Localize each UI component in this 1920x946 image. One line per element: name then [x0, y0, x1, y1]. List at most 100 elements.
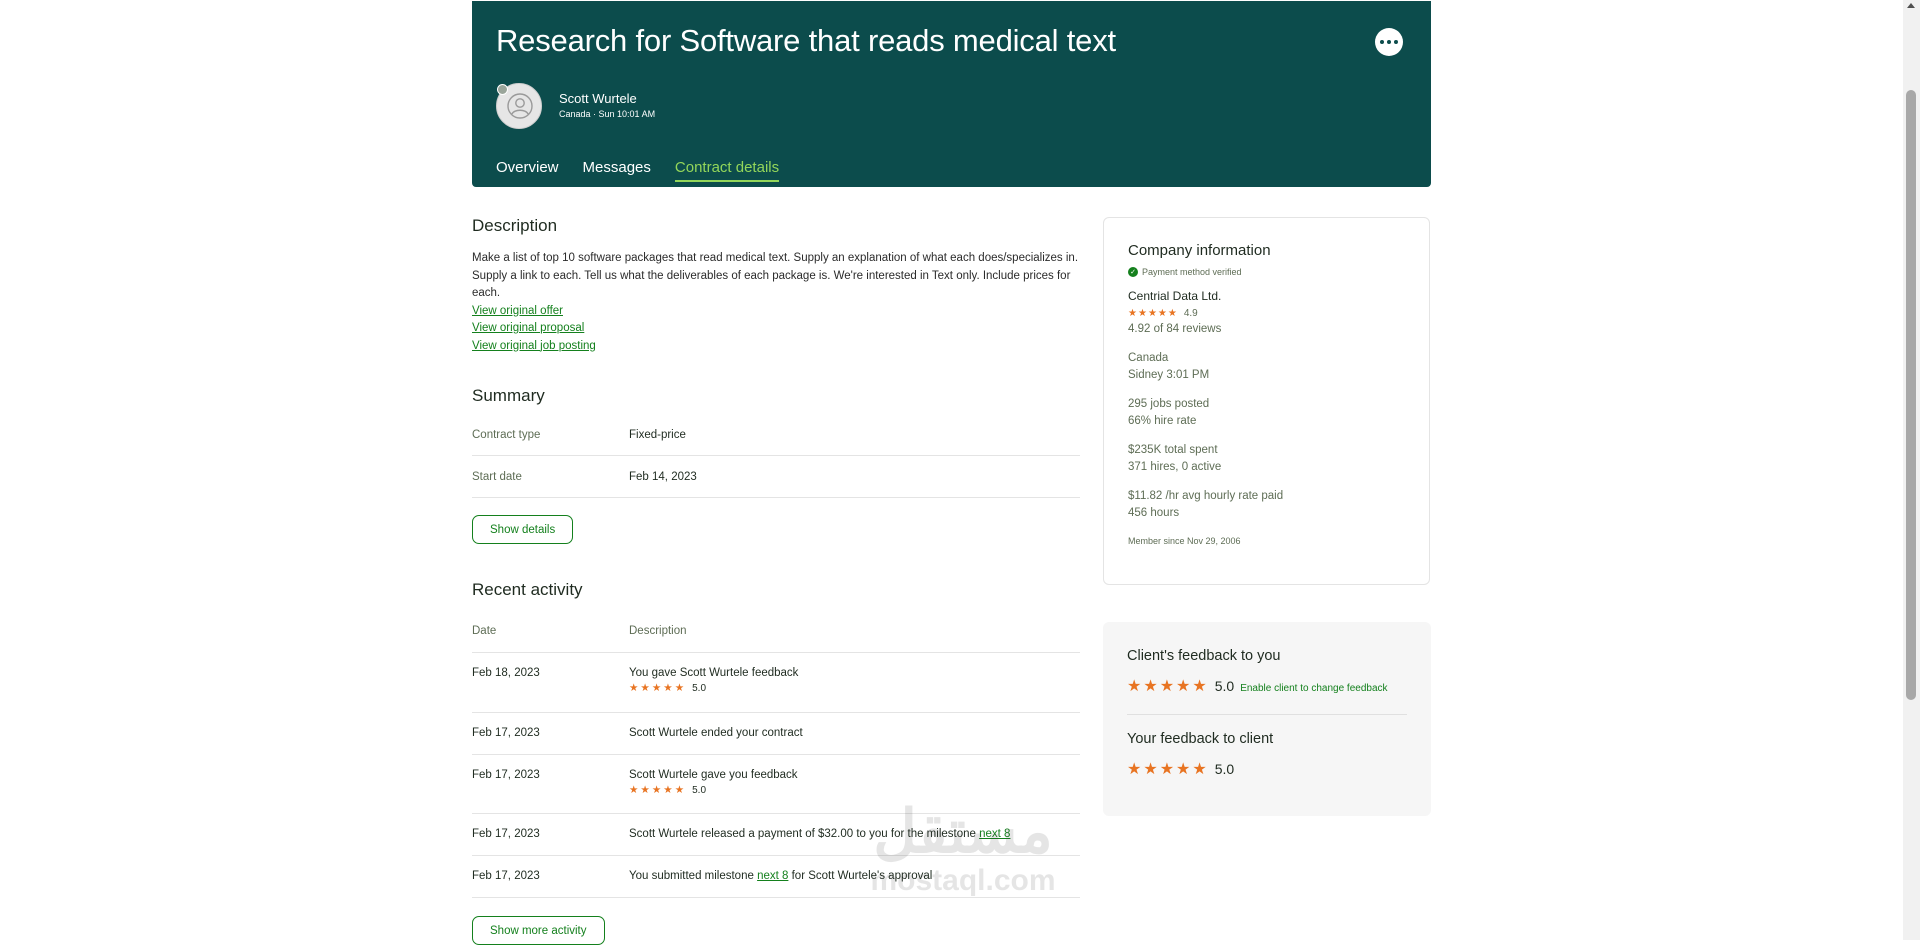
star-icon: ★ — [1143, 761, 1158, 778]
company-country: Canada — [1128, 352, 1169, 364]
hires-count: 371 hires, 0 active — [1128, 461, 1222, 473]
show-more-activity-button[interactable]: Show more activity — [472, 916, 605, 945]
activity-description: Scott Wurtele released a payment of $32.… — [629, 828, 1010, 855]
star-rating: ★ ★ ★ ★ ★ 5.0 — [629, 682, 706, 694]
star-icon: ★ — [674, 784, 685, 796]
star-icon: ★ — [1147, 308, 1157, 319]
activity-text: You gave Scott Wurtele feedback — [629, 667, 799, 679]
milestone-link[interactable]: next 8 — [979, 828, 1010, 840]
total-hours: 456 hours — [1128, 507, 1180, 519]
company-star-rating: ★ ★ ★ ★ ★ 4.9 — [1128, 308, 1198, 319]
page-scrollbar[interactable] — [1903, 0, 1920, 940]
company-local-time: Sidney 3:01 PM — [1128, 369, 1210, 381]
table-row: Feb 17, 2023 Scott Wurtele released a pa… — [472, 814, 1080, 856]
activity-text: Scott Wurtele gave you feedback — [629, 769, 798, 781]
payment-verified-badge: ✓ Payment method verified — [1128, 267, 1408, 277]
rating-score: 5.0 — [1214, 761, 1235, 777]
rating-score: 5.0 — [1214, 678, 1235, 694]
payment-verified-text: Payment method verified — [1142, 267, 1242, 277]
view-original-proposal-link[interactable]: View original proposal — [472, 320, 1080, 338]
company-jobs: 295 jobs posted 66% hire rate — [1128, 396, 1408, 430]
activity-date: Feb 17, 2023 — [472, 870, 540, 882]
client-name: Scott Wurtele — [559, 91, 637, 106]
view-original-job-posting-link[interactable]: View original job posting — [472, 338, 1080, 356]
member-since: Member since Nov 29, 2006 — [1128, 536, 1241, 546]
your-feedback-heading: Your feedback to client — [1127, 731, 1274, 747]
milestone-link[interactable]: next 8 — [757, 870, 788, 882]
description-section: Description Make a list of top 10 softwa… — [472, 216, 1080, 355]
star-icon: ★ — [651, 784, 662, 796]
company-location: Canada Sidney 3:01 PM — [1128, 350, 1408, 384]
company-spend: $235K total spent 371 hires, 0 active — [1128, 442, 1408, 476]
contract-header: Research for Software that reads medical… — [472, 1, 1431, 187]
column-header-date: Date — [472, 625, 497, 637]
total-spent: $235K total spent — [1128, 444, 1218, 456]
activity-description: Scott Wurtele gave you feedback ★ ★ ★ ★ ★ 5.… — [629, 769, 798, 813]
more-horizontal-icon — [1380, 40, 1398, 44]
company-info-heading: Company information — [1128, 242, 1271, 259]
star-icon: ★ — [640, 784, 650, 796]
activity-description: You submitted milestone next 8 for Scott… — [629, 870, 932, 897]
description-heading: Description — [472, 216, 558, 235]
star-icon: ★ — [674, 682, 685, 694]
star-icon: ★ — [1167, 308, 1177, 319]
your-feedback-rating: ★ ★ ★ ★ ★ 5.0 — [1127, 759, 1407, 779]
summary-label: Start date — [472, 470, 522, 483]
activity-date: Feb 17, 2023 — [472, 828, 540, 840]
rating-score: 5.0 — [692, 784, 707, 796]
table-row: Feb 17, 2023 You submitted milestone nex… — [472, 856, 1080, 898]
star-icon: ★ — [1192, 678, 1207, 695]
star-icon: ★ — [1127, 678, 1142, 695]
summary-section: Summary Contract type Fixed-price Start … — [472, 386, 1080, 544]
star-icon: ★ — [663, 682, 673, 694]
client-feedback-rating: ★ ★ ★ ★ ★ 5.0 Enable client to change feedba… — [1127, 676, 1407, 696]
table-row: Feb 17, 2023 Scott Wurtele ended your co… — [472, 713, 1080, 755]
avatar[interactable] — [496, 83, 542, 129]
activity-text: You submitted milestone — [629, 870, 758, 882]
company-rates: $11.82 /hr avg hourly rate paid 456 hour… — [1128, 488, 1408, 522]
scrollbar-thumb[interactable] — [1906, 90, 1916, 700]
scroll-up-icon[interactable] — [1907, 3, 1915, 8]
star-icon: ★ — [1128, 308, 1137, 319]
divider — [1127, 714, 1407, 715]
company-rating-score: 4.9 — [1183, 308, 1198, 319]
summary-value: Fixed-price — [629, 428, 686, 441]
activity-text: for Scott Wurtele's approval — [788, 870, 933, 882]
column-header-description: Description — [629, 625, 687, 637]
star-icon: ★ — [663, 784, 673, 796]
star-icon: ★ — [1159, 761, 1175, 778]
summary-value: Feb 14, 2023 — [629, 470, 697, 483]
activity-date: Feb 17, 2023 — [472, 727, 540, 739]
star-icon: ★ — [640, 682, 650, 694]
enable-change-feedback-link[interactable]: Enable client to change feedback — [1240, 683, 1387, 694]
table-row: Feb 18, 2023 You gave Scott Wurtele feed… — [472, 653, 1080, 713]
star-icon: ★ — [651, 682, 662, 694]
activity-description: You gave Scott Wurtele feedback ★ ★ ★ ★ ★ 5.… — [629, 667, 798, 712]
star-icon: ★ — [1176, 761, 1191, 778]
activity-date: Feb 17, 2023 — [472, 769, 540, 781]
jobs-posted: 295 jobs posted — [1128, 398, 1210, 410]
avg-hourly-rate: $11.82 /hr avg hourly rate paid — [1128, 490, 1284, 502]
recent-activity-section: Recent activity Date Description Feb 18,… — [472, 580, 1080, 945]
user-icon — [507, 93, 533, 119]
tab-contract-details[interactable]: Contract details — [674, 159, 780, 182]
table-row: Feb 17, 2023 Scott Wurtele gave you feed… — [472, 755, 1080, 814]
view-original-offer-link[interactable]: View original offer — [472, 303, 1080, 321]
tab-overview[interactable]: Overview — [496, 159, 559, 182]
more-options-button[interactable] — [1375, 28, 1403, 56]
star-rating: ★ ★ ★ ★ ★ 5.0 — [629, 784, 706, 796]
activity-text: Scott Wurtele released a payment of $32.… — [629, 828, 980, 840]
summary-row: Contract type Fixed-price — [472, 414, 1080, 456]
show-details-button[interactable]: Show details — [472, 515, 574, 544]
summary-row: Start date Feb 14, 2023 — [472, 456, 1080, 498]
summary-heading: Summary — [472, 386, 545, 405]
tab-messages[interactable]: Messages — [583, 159, 651, 182]
activity-text: Scott Wurtele ended your contract — [629, 727, 803, 739]
star-icon: ★ — [1176, 678, 1191, 695]
rating-score: 5.0 — [692, 682, 707, 694]
client-location-time: Canada · Sun 10:01 AM — [559, 109, 656, 119]
main-content: Description Make a list of top 10 softwa… — [472, 216, 1080, 945]
star-icon: ★ — [629, 682, 639, 694]
company-info-card: Company information ✓ Payment method ver… — [1103, 217, 1430, 585]
star-icon: ★ — [1159, 678, 1175, 695]
